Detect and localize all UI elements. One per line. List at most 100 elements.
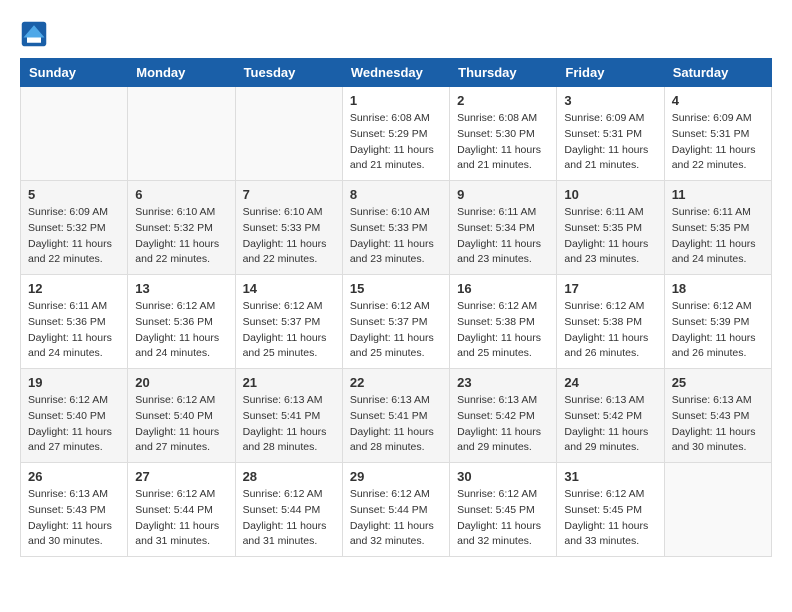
calendar-week-2: 5Sunrise: 6:09 AMSunset: 5:32 PMDaylight…	[21, 181, 772, 275]
calendar-table: SundayMondayTuesdayWednesdayThursdayFrid…	[20, 58, 772, 557]
calendar-cell: 6 Sunrise: 6:10 AMSunset: 5:32 PMDaylight…	[128, 181, 235, 275]
weekday-header-row: SundayMondayTuesdayWednesdayThursdayFrid…	[21, 59, 772, 87]
day-number: 1	[350, 93, 442, 108]
day-info: Sunrise: 6:11 AMSunset: 5:35 PMDaylight:…	[672, 205, 764, 268]
day-number: 20	[135, 375, 227, 390]
calendar-cell: 20 Sunrise: 6:12 AMSunset: 5:40 PMDayligh…	[128, 369, 235, 463]
day-info: Sunrise: 6:13 AMSunset: 5:42 PMDaylight:…	[457, 393, 549, 456]
day-number: 24	[564, 375, 656, 390]
day-info: Sunrise: 6:12 AMSunset: 5:44 PMDaylight:…	[135, 487, 227, 550]
day-number: 7	[243, 187, 335, 202]
calendar-cell: 31 Sunrise: 6:12 AMSunset: 5:45 PMDayligh…	[557, 463, 664, 557]
calendar-cell: 3Sunrise: 6:09 AMSunset: 5:31 PMDaylight…	[557, 87, 664, 181]
day-number: 5	[28, 187, 120, 202]
day-info: Sunrise: 6:08 AMSunset: 5:30 PMDaylight:…	[457, 111, 549, 174]
calendar-cell: 30 Sunrise: 6:12 AMSunset: 5:45 PMDayligh…	[450, 463, 557, 557]
day-number: 26	[28, 469, 120, 484]
calendar-week-4: 19Sunrise: 6:12 AMSunset: 5:40 PMDayligh…	[21, 369, 772, 463]
day-number: 31	[564, 469, 656, 484]
calendar-cell: 23 Sunrise: 6:13 AMSunset: 5:42 PMDayligh…	[450, 369, 557, 463]
day-info: Sunrise: 6:11 AMSunset: 5:34 PMDaylight:…	[457, 205, 549, 268]
day-info: Sunrise: 6:12 AMSunset: 5:38 PMDaylight:…	[564, 299, 656, 362]
day-info: Sunrise: 6:13 AMSunset: 5:43 PMDaylight:…	[672, 393, 764, 456]
day-info: Sunrise: 6:12 AMSunset: 5:44 PMDaylight:…	[243, 487, 335, 550]
weekday-header-saturday: Saturday	[664, 59, 771, 87]
day-number: 10	[564, 187, 656, 202]
calendar-cell: 24 Sunrise: 6:13 AMSunset: 5:42 PMDayligh…	[557, 369, 664, 463]
calendar-cell: 28 Sunrise: 6:12 AMSunset: 5:44 PMDayligh…	[235, 463, 342, 557]
day-number: 18	[672, 281, 764, 296]
calendar-header: SundayMondayTuesdayWednesdayThursdayFrid…	[21, 59, 772, 87]
calendar-cell: 9 Sunrise: 6:11 AMSunset: 5:34 PMDaylight…	[450, 181, 557, 275]
calendar-cell: 10 Sunrise: 6:11 AMSunset: 5:35 PMDayligh…	[557, 181, 664, 275]
calendar-cell: 26Sunrise: 6:13 AMSunset: 5:43 PMDayligh…	[21, 463, 128, 557]
day-info: Sunrise: 6:09 AMSunset: 5:31 PMDaylight:…	[672, 111, 764, 174]
calendar-cell: 12 Sunrise: 6:11 AMSunset: 5:36 PMDayligh…	[21, 275, 128, 369]
calendar-cell: 13Sunrise: 6:12 AMSunset: 5:36 PMDayligh…	[128, 275, 235, 369]
day-number: 17	[564, 281, 656, 296]
page-header	[20, 20, 772, 48]
day-number: 2	[457, 93, 549, 108]
day-info: Sunrise: 6:12 AMSunset: 5:37 PMDaylight:…	[243, 299, 335, 362]
calendar-cell	[235, 87, 342, 181]
weekday-header-wednesday: Wednesday	[342, 59, 449, 87]
day-number: 29	[350, 469, 442, 484]
day-number: 3	[564, 93, 656, 108]
logo-icon	[20, 20, 48, 48]
day-info: Sunrise: 6:12 AMSunset: 5:36 PMDaylight:…	[135, 299, 227, 362]
day-number: 25	[672, 375, 764, 390]
day-info: Sunrise: 6:11 AMSunset: 5:35 PMDaylight:…	[564, 205, 656, 268]
day-number: 14	[243, 281, 335, 296]
day-info: Sunrise: 6:12 AMSunset: 5:45 PMDaylight:…	[457, 487, 549, 550]
day-info: Sunrise: 6:12 AMSunset: 5:38 PMDaylight:…	[457, 299, 549, 362]
calendar-body: 1 Sunrise: 6:08 AMSunset: 5:29 PMDaylight…	[21, 87, 772, 557]
day-info: Sunrise: 6:13 AMSunset: 5:41 PMDaylight:…	[350, 393, 442, 456]
weekday-header-monday: Monday	[128, 59, 235, 87]
calendar-cell: 1 Sunrise: 6:08 AMSunset: 5:29 PMDaylight…	[342, 87, 449, 181]
day-info: Sunrise: 6:13 AMSunset: 5:42 PMDaylight:…	[564, 393, 656, 456]
day-info: Sunrise: 6:08 AMSunset: 5:29 PMDaylight:…	[350, 111, 442, 174]
weekday-header-tuesday: Tuesday	[235, 59, 342, 87]
day-info: Sunrise: 6:13 AMSunset: 5:41 PMDaylight:…	[243, 393, 335, 456]
day-number: 9	[457, 187, 549, 202]
calendar-cell: 25 Sunrise: 6:13 AMSunset: 5:43 PMDayligh…	[664, 369, 771, 463]
calendar-cell: 14 Sunrise: 6:12 AMSunset: 5:37 PMDayligh…	[235, 275, 342, 369]
calendar-cell: 29 Sunrise: 6:12 AMSunset: 5:44 PMDayligh…	[342, 463, 449, 557]
day-info: Sunrise: 6:10 AMSunset: 5:33 PMDaylight:…	[243, 205, 335, 268]
calendar-cell: 22 Sunrise: 6:13 AMSunset: 5:41 PMDayligh…	[342, 369, 449, 463]
day-info: Sunrise: 6:12 AMSunset: 5:44 PMDaylight:…	[350, 487, 442, 550]
day-info: Sunrise: 6:12 AMSunset: 5:45 PMDaylight:…	[564, 487, 656, 550]
calendar-cell: 27 Sunrise: 6:12 AMSunset: 5:44 PMDayligh…	[128, 463, 235, 557]
calendar-cell	[664, 463, 771, 557]
day-info: Sunrise: 6:11 AMSunset: 5:36 PMDaylight:…	[28, 299, 120, 362]
calendar-cell: 21 Sunrise: 6:13 AMSunset: 5:41 PMDayligh…	[235, 369, 342, 463]
day-info: Sunrise: 6:12 AMSunset: 5:40 PMDaylight:…	[135, 393, 227, 456]
calendar-cell: 8Sunrise: 6:10 AMSunset: 5:33 PMDaylight…	[342, 181, 449, 275]
weekday-header-thursday: Thursday	[450, 59, 557, 87]
day-number: 6	[135, 187, 227, 202]
calendar-cell: 15 Sunrise: 6:12 AMSunset: 5:37 PMDayligh…	[342, 275, 449, 369]
day-number: 12	[28, 281, 120, 296]
day-number: 27	[135, 469, 227, 484]
day-number: 28	[243, 469, 335, 484]
day-info: Sunrise: 6:12 AMSunset: 5:37 PMDaylight:…	[350, 299, 442, 362]
calendar-week-3: 12 Sunrise: 6:11 AMSunset: 5:36 PMDayligh…	[21, 275, 772, 369]
day-number: 30	[457, 469, 549, 484]
day-number: 22	[350, 375, 442, 390]
calendar-week-5: 26Sunrise: 6:13 AMSunset: 5:43 PMDayligh…	[21, 463, 772, 557]
calendar-cell: 16Sunrise: 6:12 AMSunset: 5:38 PMDayligh…	[450, 275, 557, 369]
calendar-week-1: 1 Sunrise: 6:08 AMSunset: 5:29 PMDaylight…	[21, 87, 772, 181]
calendar-cell: 2 Sunrise: 6:08 AMSunset: 5:30 PMDaylight…	[450, 87, 557, 181]
day-info: Sunrise: 6:12 AMSunset: 5:40 PMDaylight:…	[28, 393, 120, 456]
day-number: 21	[243, 375, 335, 390]
calendar-cell: 11 Sunrise: 6:11 AMSunset: 5:35 PMDayligh…	[664, 181, 771, 275]
calendar-cell	[128, 87, 235, 181]
day-number: 15	[350, 281, 442, 296]
calendar-cell: 19Sunrise: 6:12 AMSunset: 5:40 PMDayligh…	[21, 369, 128, 463]
day-number: 23	[457, 375, 549, 390]
day-number: 11	[672, 187, 764, 202]
day-info: Sunrise: 6:12 AMSunset: 5:39 PMDaylight:…	[672, 299, 764, 362]
day-info: Sunrise: 6:10 AMSunset: 5:32 PMDaylight:…	[135, 205, 227, 268]
logo	[20, 20, 52, 48]
calendar-cell: 4Sunrise: 6:09 AMSunset: 5:31 PMDaylight…	[664, 87, 771, 181]
